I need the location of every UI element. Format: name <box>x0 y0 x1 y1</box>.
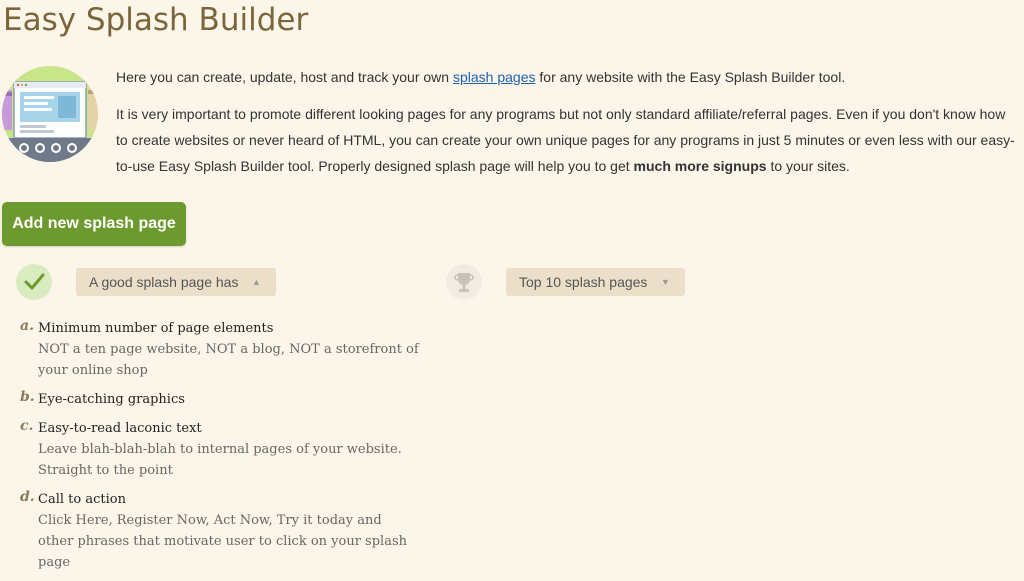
chevron-up-icon: ▲ <box>252 277 261 287</box>
list-item-description: Leave blah-blah-blah to internal pages o… <box>38 442 402 478</box>
list-item-description: NOT a ten page website, NOT a blog, NOT … <box>38 342 419 378</box>
list-item-heading: Easy-to-read laconic text <box>38 421 202 436</box>
list-item-letter: b. <box>20 389 35 405</box>
list-item-letter: c. <box>20 418 34 434</box>
list-item-heading: Minimum number of page elements <box>38 321 274 336</box>
list-item-heading: Call to action <box>38 492 126 507</box>
top-10-label: Top 10 splash pages <box>519 274 648 290</box>
list-item-letter: d. <box>20 489 35 505</box>
check-icon <box>16 264 52 300</box>
list-item: b. Eye-catching graphics <box>20 389 420 410</box>
intro-paragraph-2: It is very important to promote differen… <box>116 106 1015 174</box>
good-splash-page-toggle[interactable]: A good splash page has ▲ <box>76 268 276 296</box>
list-item-description: Click Here, Register Now, Act Now, Try i… <box>38 513 407 570</box>
add-new-splash-page-button[interactable]: Add new splash page <box>2 202 186 246</box>
list-item: c. Easy-to-read laconic text Leave blah-… <box>20 418 420 481</box>
page-title: Easy Splash Builder <box>3 2 309 38</box>
intro-paragraph-1: Here you can create, update, host and tr… <box>116 69 846 85</box>
good-splash-page-list: a. Minimum number of page elements NOT a… <box>20 318 420 581</box>
good-splash-page-label: A good splash page has <box>89 274 239 290</box>
list-item-letter: a. <box>20 318 34 334</box>
signups-emphasis: much more signups <box>633 158 767 174</box>
list-item: a. Minimum number of page elements NOT a… <box>20 318 420 381</box>
top-10-splash-pages-toggle[interactable]: Top 10 splash pages ▼ <box>506 268 685 296</box>
splash-pages-link[interactable]: splash pages <box>453 69 536 85</box>
intro-text: Here you can create, update, host and tr… <box>116 64 1016 190</box>
list-item-heading: Eye-catching graphics <box>38 392 185 407</box>
list-item: d. Call to action Click Here, Register N… <box>20 489 420 573</box>
chevron-down-icon: ▼ <box>661 277 670 287</box>
splash-builder-illustration <box>2 66 98 162</box>
trophy-icon <box>446 264 482 300</box>
